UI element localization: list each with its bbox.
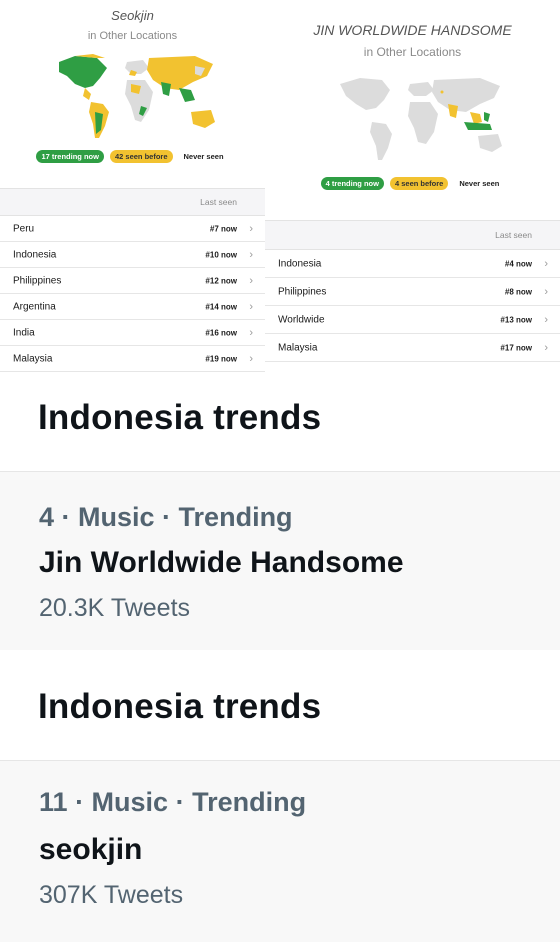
location-row[interactable]: India #16 now › — [0, 320, 265, 346]
last-seen-header: Last seen — [200, 197, 237, 207]
legend-seen-before: 4 seen before — [389, 177, 449, 190]
panel-title: JIN WORLDWIDE HANDSOME — [313, 22, 512, 38]
legend-trending: 17 trending now — [36, 150, 104, 163]
trend-meta: 11 · Music · Trending — [39, 787, 306, 818]
row-country: India — [13, 327, 35, 338]
location-row[interactable]: Malaysia #19 now › — [0, 346, 265, 372]
location-row[interactable]: Argentina #14 now › — [0, 294, 265, 320]
trend-category: · Music · Trending — [61, 502, 293, 532]
row-rank: #8 now — [504, 287, 532, 296]
chevron-right-icon: › — [249, 274, 253, 287]
row-rank: #7 now — [209, 224, 237, 233]
chevron-right-icon: › — [249, 222, 253, 235]
world-map — [59, 54, 215, 138]
trend-category: · Music · Trending — [75, 787, 307, 817]
trend-name: seokjin — [39, 833, 143, 866]
panel-title: Seokjin — [111, 8, 154, 23]
trend-item[interactable]: 11 · Music · Trending seokjin 307K Tweet… — [0, 761, 560, 942]
location-list: Peru #7 now › Indonesia #10 now › Philip… — [0, 216, 265, 372]
location-row[interactable]: Peru #7 now › — [0, 216, 265, 242]
trend-rank: 11 — [39, 787, 68, 817]
trend-meta: 4 · Music · Trending — [39, 502, 293, 533]
location-row[interactable]: Philippines #8 now › — [265, 278, 560, 306]
trend-tweet-count: 307K Tweets — [39, 881, 184, 909]
legend-never-seen: Never seen — [183, 152, 224, 161]
row-country: Argentina — [13, 301, 56, 312]
chevron-right-icon: › — [544, 285, 548, 298]
list-header: Last seen — [0, 188, 265, 216]
location-row[interactable]: Worldwide #13 now › — [265, 306, 560, 334]
chevron-right-icon: › — [544, 341, 548, 354]
location-row[interactable]: Malaysia #17 now › — [265, 334, 560, 362]
trend-rank: 4 — [39, 502, 55, 532]
row-country: Indonesia — [278, 258, 322, 269]
trends-title: Indonesia trends — [38, 687, 322, 726]
trends-title: Indonesia trends — [38, 398, 322, 437]
row-country: Malaysia — [13, 353, 53, 364]
trend-item[interactable]: 4 · Music · Trending Jin Worldwide Hands… — [0, 472, 560, 650]
chevron-right-icon: › — [544, 257, 548, 270]
row-country: Malaysia — [278, 342, 318, 353]
row-rank: #16 now — [205, 328, 237, 337]
chevron-right-icon: › — [249, 300, 253, 313]
chevron-right-icon: › — [249, 352, 253, 365]
panel-subtitle: in Other Locations — [363, 45, 462, 59]
seokjin-locations-panel: Seokjin in Other Locations 17 trending n… — [0, 0, 265, 372]
row-rank: #13 now — [500, 315, 532, 324]
last-seen-header: Last seen — [495, 230, 532, 240]
world-map — [340, 78, 502, 160]
list-header: Last seen — [265, 220, 560, 250]
jin-worldwide-handsome-locations-panel: JIN WORLDWIDE HANDSOME in Other Location… — [265, 0, 560, 372]
panel-subtitle: in Other Locations — [87, 30, 178, 42]
legend-seen-before: 42 seen before — [109, 150, 173, 163]
map-legend: 4 trending now 4 seen before Never seen — [265, 177, 560, 190]
row-rank: #10 now — [205, 250, 237, 259]
chevron-right-icon: › — [249, 326, 253, 339]
row-country: Worldwide — [278, 314, 325, 325]
row-rank: #19 now — [205, 354, 237, 363]
row-country: Peru — [13, 223, 35, 234]
trends-header: Indonesia trends — [0, 665, 560, 761]
row-country: Philippines — [13, 275, 62, 286]
trend-tweet-count: 20.3K Tweets — [39, 594, 191, 622]
chevron-right-icon: › — [544, 313, 548, 326]
row-rank: #4 now — [504, 259, 532, 268]
location-row[interactable]: Indonesia #10 now › — [0, 242, 265, 268]
trend-name: Jin Worldwide Handsome — [39, 546, 404, 579]
map-legend: 17 trending now 42 seen before Never see… — [0, 150, 265, 163]
row-rank: #12 now — [205, 276, 237, 285]
row-rank: #14 now — [205, 302, 237, 311]
legend-trending: 4 trending now — [320, 177, 384, 190]
row-country: Indonesia — [13, 249, 57, 260]
location-row[interactable]: Philippines #12 now › — [0, 268, 265, 294]
row-country: Philippines — [278, 286, 327, 297]
row-rank: #17 now — [500, 343, 532, 352]
chevron-right-icon: › — [249, 248, 253, 261]
location-list: Indonesia #4 now › Philippines #8 now › … — [265, 250, 560, 362]
location-row[interactable]: Indonesia #4 now › — [265, 250, 560, 278]
trends-header: Indonesia trends — [0, 380, 560, 472]
legend-never-seen: Never seen — [459, 179, 500, 188]
